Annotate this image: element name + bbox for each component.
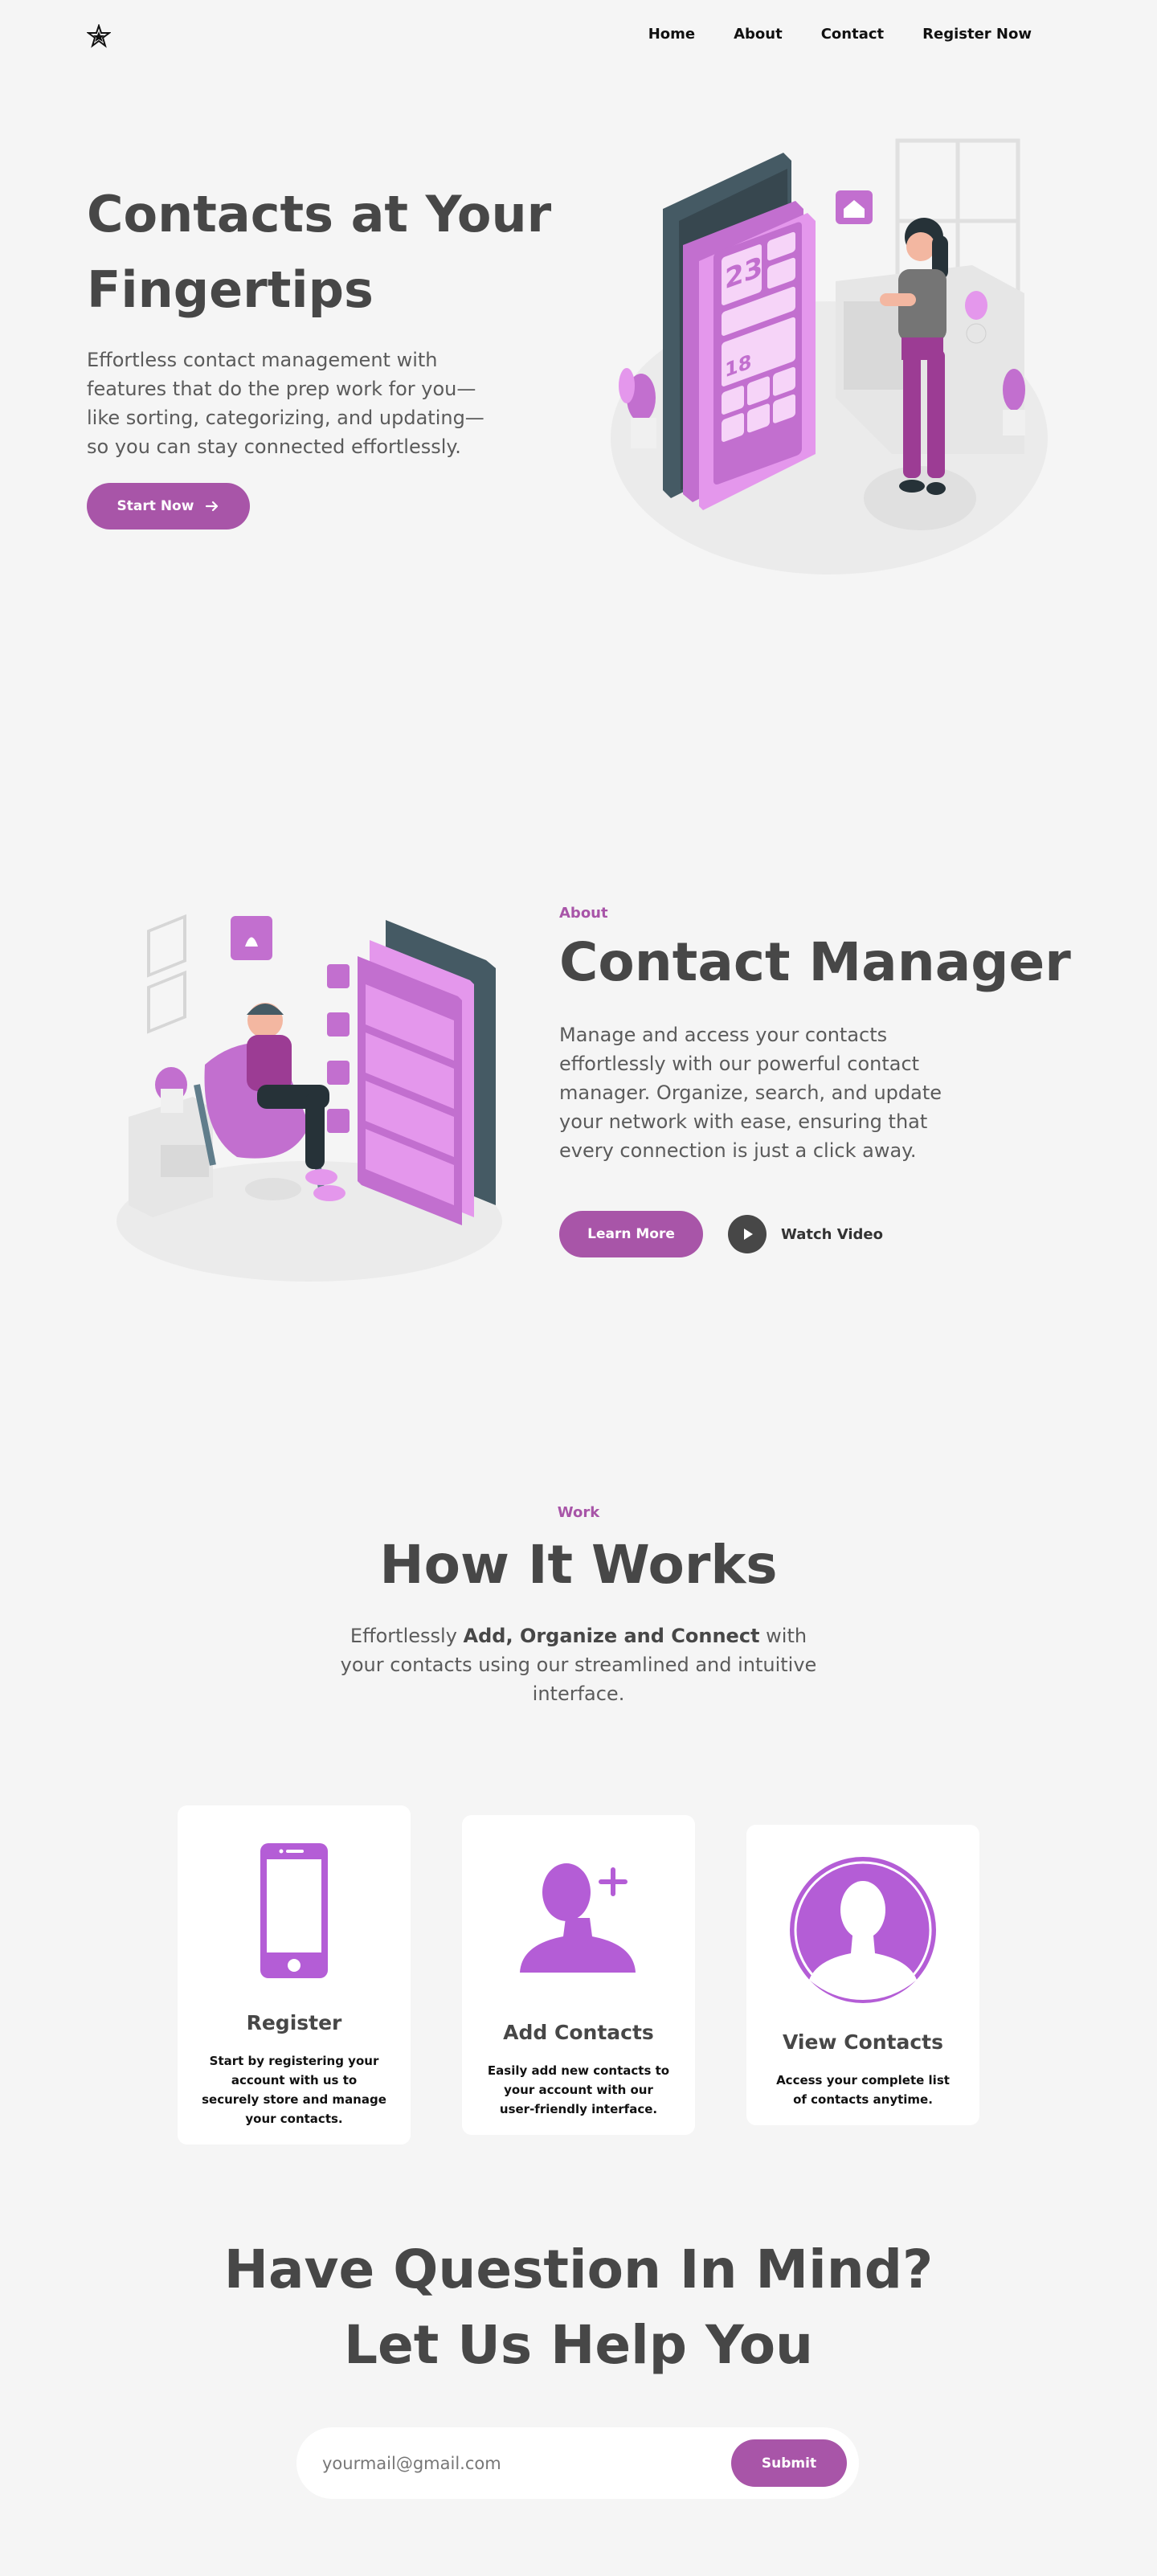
view-contacts-card-text: Access your complete list of contacts an… bbox=[776, 2073, 950, 2107]
play-icon bbox=[728, 1215, 767, 1253]
work-description: Effortlessly Add, Organize and Connect w… bbox=[329, 1621, 828, 1708]
work-title: How It Works bbox=[379, 1534, 778, 1596]
watch-video-button[interactable]: Watch Video bbox=[728, 1215, 883, 1253]
nav-links: Home About Contact Register Now bbox=[648, 26, 1032, 43]
hero-title-line2: Fingertips bbox=[87, 260, 374, 319]
work-tag: Work bbox=[557, 1504, 600, 1521]
contact-title-line1: Have Question In Mind? bbox=[223, 2239, 934, 2300]
email-input[interactable] bbox=[322, 2443, 692, 2484]
submit-button[interactable]: Submit bbox=[731, 2439, 847, 2487]
contact-title-line2: Let Us Help You bbox=[343, 2314, 814, 2376]
about-chair-illustration bbox=[117, 914, 502, 1282]
view-contacts-card: View Contacts Access your complete list … bbox=[746, 1825, 979, 2125]
register-card-title: Register bbox=[246, 2011, 342, 2034]
nav-register-link[interactable]: Register Now bbox=[922, 26, 1032, 43]
hero-phone-illustration: 23 18 bbox=[611, 138, 1048, 574]
star-logo-icon[interactable] bbox=[87, 24, 111, 48]
nav-about-link[interactable]: About bbox=[734, 26, 783, 43]
hero-title-line1: Contacts at Your bbox=[87, 185, 552, 243]
view-contacts-card-title: View Contacts bbox=[782, 2030, 944, 2054]
start-now-button[interactable]: Start Now bbox=[87, 483, 250, 530]
about-tag: About bbox=[559, 905, 608, 922]
about-description: Manage and access your contacts effortle… bbox=[559, 1024, 942, 1162]
watch-video-label: Watch Video bbox=[781, 1225, 883, 1243]
nav-home-link[interactable]: Home bbox=[648, 26, 695, 43]
add-contacts-card-title: Add Contacts bbox=[503, 2021, 654, 2044]
user-profile-icon bbox=[746, 1855, 979, 2005]
navbar: Home About Contact Register Now bbox=[0, 0, 1157, 72]
about-title: Contact Manager bbox=[559, 931, 1071, 993]
register-card-text: Start by registering your account with u… bbox=[202, 2054, 386, 2126]
add-contacts-card-text: Easily add new contacts to your account … bbox=[487, 2063, 670, 2116]
hero-description: Effortless contact management with featu… bbox=[87, 349, 484, 458]
smartphone-icon bbox=[178, 1842, 411, 1980]
nav-contact-link[interactable]: Contact bbox=[821, 26, 884, 43]
hero-title: Contacts at Your Fingertips bbox=[87, 177, 585, 328]
learn-more-button[interactable]: Learn More bbox=[559, 1211, 703, 1257]
arrow-right-icon bbox=[206, 501, 219, 512]
add-contacts-card: Add Contacts Easily add new contacts to … bbox=[462, 1815, 695, 2135]
add-user-icon bbox=[462, 1860, 695, 1977]
work-text-bold: Add, Organize and Connect bbox=[463, 1625, 760, 1647]
contact-title: Have Question In Mind? Let Us Help You bbox=[0, 2232, 1157, 2383]
work-text-pre: Effortlessly bbox=[350, 1625, 464, 1647]
register-card: Register Start by registering your accou… bbox=[178, 1805, 411, 2145]
start-now-label: Start Now bbox=[117, 498, 194, 514]
email-form: Submit bbox=[296, 2427, 859, 2499]
